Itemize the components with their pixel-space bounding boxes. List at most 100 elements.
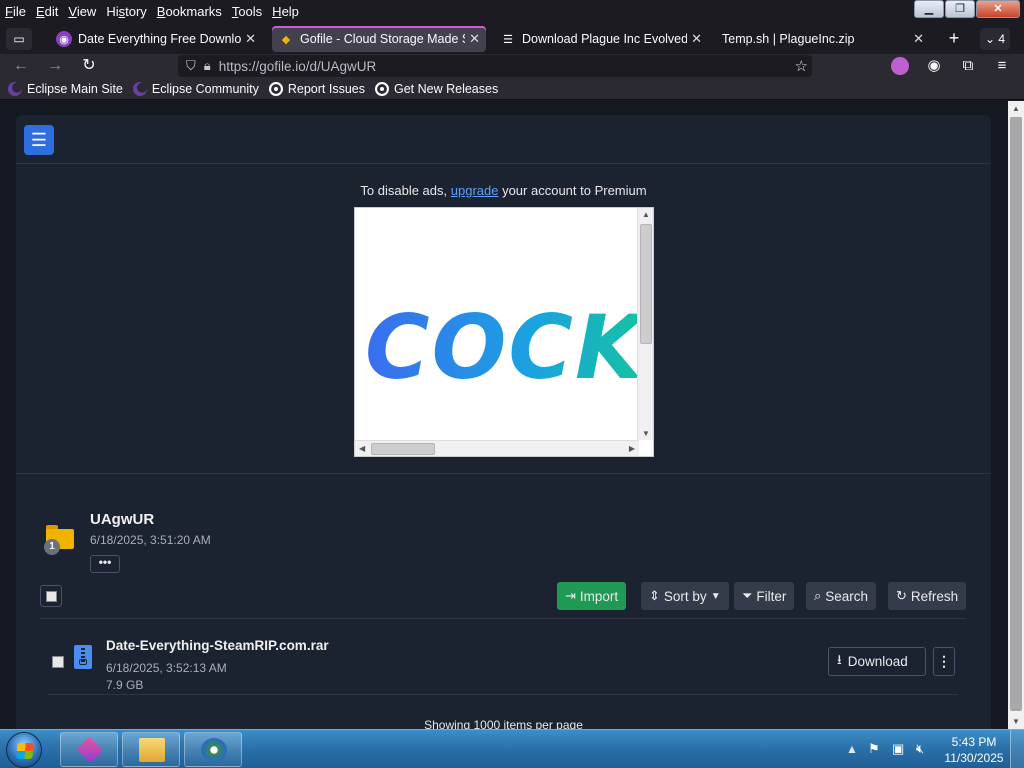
scroll-down-icon[interactable]: ▼ [1012, 717, 1020, 726]
scrollbar-thumb[interactable] [371, 443, 435, 455]
ad-vertical-scrollbar[interactable]: ▲ ▼ [637, 208, 653, 440]
action-center-icon[interactable]: ⚑ [868, 741, 880, 757]
divider [16, 473, 991, 474]
file-name[interactable]: Date-Everything-SteamRIP.com.rar [106, 638, 329, 653]
close-window-button[interactable]: ✕ [976, 0, 1020, 18]
divider [40, 618, 966, 619]
menu-edit[interactable]: Edit [36, 4, 58, 19]
tab-close-icon[interactable]: ✕ [913, 31, 924, 47]
page-scrollbar[interactable]: ▲ ▼ [1008, 101, 1024, 729]
extension-button[interactable] [890, 56, 910, 76]
taskbar-app-game[interactable] [60, 732, 118, 767]
hamburger-menu-icon: ☰ [30, 130, 48, 150]
extensions-button[interactable]: ⧉ [958, 56, 978, 76]
gofile-main-card: ☰ To disable ads, upgrade your account t… [16, 115, 991, 729]
download-icon: ⭳ [837, 652, 842, 667]
tab-close-icon[interactable]: ✕ [691, 31, 702, 47]
tab-close-icon[interactable]: ✕ [469, 31, 480, 47]
plus-icon: + [948, 28, 960, 48]
menu-file[interactable]: File [5, 4, 26, 19]
bookmarks-toolbar: Eclipse Main Site Eclipse Community Repo… [0, 78, 1024, 100]
filter-button[interactable]: ⏷ Filter [734, 582, 795, 610]
eclipse-icon [132, 81, 147, 96]
bookmark-star-icon[interactable]: ☆ [795, 57, 808, 75]
scroll-right-icon[interactable]: ▶ [629, 444, 635, 453]
menu-help[interactable]: Help [272, 4, 299, 19]
taskbar-browser[interactable] [184, 732, 242, 767]
page-content: ☰ To disable ads, upgrade your account t… [0, 101, 1008, 729]
new-tab-button[interactable]: + [943, 28, 965, 50]
minimize-button[interactable]: ▁ [914, 0, 944, 18]
ad-horizontal-scrollbar[interactable]: ◀ ▶ [355, 440, 639, 456]
folder-more-button[interactable]: ••• [90, 555, 120, 573]
ad-text: COCK [365, 296, 646, 399]
tab-plague-inc[interactable]: ☰ Download Plague Inc Evolved S ✕ [494, 26, 708, 52]
start-button[interactable] [6, 732, 42, 768]
kebab-menu-icon: ⋮ [937, 653, 951, 669]
lock-icon[interactable]: 🔒︎ [204, 58, 211, 74]
account-button[interactable]: ◉ [924, 56, 944, 76]
search-button[interactable]: ⌕ Search [806, 582, 877, 610]
import-button[interactable]: ⇥ Import [557, 582, 627, 610]
scroll-up-icon[interactable]: ▲ [1012, 104, 1020, 113]
file-options-button[interactable]: ⋮ [933, 647, 955, 676]
windows-taskbar: ▲ ⚑ ▣ 🔇︎ 5:43 PM 11/30/2025 [0, 729, 1024, 768]
app-icon [76, 736, 104, 764]
ad-notice: To disable ads, upgrade your account to … [360, 183, 647, 198]
folder-date: 6/18/2025, 3:51:20 AM [90, 533, 211, 547]
scroll-left-icon[interactable]: ◀ [359, 444, 365, 453]
select-all-checkbox[interactable] [40, 585, 62, 607]
tab-strip: ▭ ◉ Date Everything Free Download ✕ ◆ Go… [0, 22, 1024, 54]
firefox-view-icon: ▭ [13, 32, 25, 46]
show-desktop-button[interactable] [1010, 730, 1024, 768]
file-checkbox[interactable] [52, 656, 64, 668]
scroll-up-icon[interactable]: ▲ [642, 210, 650, 219]
bookmark-get-new-releases[interactable]: Get New Releases [374, 81, 498, 96]
extension-avatar-icon [891, 57, 909, 76]
taskbar-explorer[interactable] [122, 732, 180, 767]
download-button[interactable]: ⭳ Download [828, 647, 926, 676]
sort-by-button[interactable]: ⇕ Sort by ▼ [641, 582, 729, 610]
arrow-right-icon: → [47, 57, 63, 74]
refresh-button[interactable]: ↻ Refresh [888, 582, 967, 610]
reload-button[interactable]: ↻ [78, 55, 100, 77]
menu-view[interactable]: View [68, 4, 96, 19]
file-size: 7.9 GB [106, 678, 144, 692]
tab-temp-sh[interactable]: Temp.sh | PlagueInc.zip ✕ [716, 26, 930, 52]
filter-icon: ⏷ [742, 588, 753, 603]
upgrade-link[interactable]: upgrade [451, 183, 499, 198]
scroll-down-icon[interactable]: ▼ [642, 429, 650, 438]
volume-muted-icon[interactable]: 🔇︎ [916, 741, 924, 757]
ad-frame[interactable]: COCK ▲ ▼ ◀ ▶ [354, 207, 654, 457]
divider [16, 163, 991, 164]
menu-bookmarks[interactable]: Bookmarks [157, 4, 222, 19]
pagination-info: Showing 1000 items per page [424, 718, 583, 729]
menu-history[interactable]: History [106, 4, 146, 19]
url-bar[interactable]: ⛉ 🔒︎ https://gofile.io/d/UAgwUR ☆ [178, 55, 812, 77]
app-menu-button[interactable]: ≡ [992, 56, 1012, 76]
list-all-tabs-button[interactable]: ⌄ 4 [980, 28, 1010, 50]
scrollbar-thumb[interactable] [640, 224, 652, 344]
url-text[interactable]: https://gofile.io/d/UAgwUR [219, 59, 377, 74]
github-icon [268, 81, 283, 96]
chevron-down-icon: ⌄ [984, 32, 996, 46]
tab-gofile[interactable]: ◆ Gofile - Cloud Storage Made Si ✕ [272, 26, 486, 52]
network-icon[interactable]: ▣ [892, 741, 904, 757]
back-button[interactable]: ← [10, 55, 32, 77]
maximize-button[interactable]: ❐ [945, 0, 975, 18]
system-clock[interactable]: 5:43 PM 11/30/2025 [940, 734, 1008, 766]
scrollbar-thumb[interactable] [1010, 117, 1022, 711]
bookmark-report-issues[interactable]: Report Issues [268, 81, 365, 96]
bookmark-eclipse-community[interactable]: Eclipse Community [132, 81, 259, 96]
arrow-left-icon: ← [13, 57, 29, 74]
shield-icon[interactable]: ⛉ [186, 58, 196, 74]
sidebar-toggle-button[interactable]: ☰ [24, 125, 54, 155]
menu-tools[interactable]: Tools [232, 4, 262, 19]
folder-icon [139, 738, 165, 762]
tab-date-everything[interactable]: ◉ Date Everything Free Download ✕ [50, 26, 262, 52]
file-date: 6/18/2025, 3:52:13 AM [106, 661, 227, 675]
bookmark-eclipse-main-site[interactable]: Eclipse Main Site [8, 81, 123, 96]
tab-close-icon[interactable]: ✕ [245, 31, 256, 47]
firefox-view-button[interactable]: ▭ [6, 28, 32, 50]
forward-button[interactable]: → [44, 55, 66, 77]
